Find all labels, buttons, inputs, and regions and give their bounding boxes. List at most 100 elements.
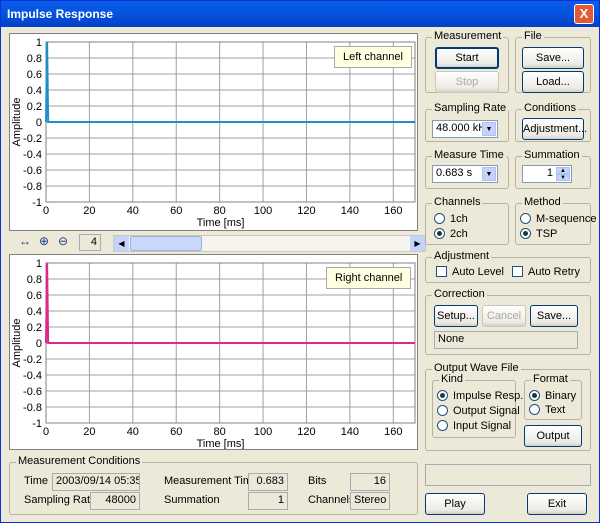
play-button[interactable]: Play <box>425 493 485 515</box>
output-button[interactable]: Output <box>524 425 582 447</box>
x-tick-label: 140 <box>341 205 359 217</box>
chevron-down-icon[interactable]: ▼ <box>482 122 496 136</box>
close-button[interactable]: X <box>574 4 594 24</box>
y-tick-label: -0.2 <box>23 354 42 366</box>
sampling-rate-select[interactable]: 48.000 kHz ▼ <box>432 120 498 138</box>
measurement-group: Measurement Start Stop <box>425 30 509 93</box>
method-tsp-radio[interactable]: TSP <box>520 228 557 240</box>
file-save-button[interactable]: Save... <box>522 47 584 69</box>
channels-2ch-radio[interactable]: 2ch <box>434 228 468 240</box>
y-tick-label: 0.4 <box>27 85 42 97</box>
radio-label: TSP <box>536 228 558 240</box>
summation-value: 1 <box>248 492 288 510</box>
x-tick-label: 140 <box>341 426 359 438</box>
time-value: 2003/09/14 05:35:50 <box>52 473 140 491</box>
y-tick-label: -0.8 <box>23 181 42 193</box>
x-tick-label: 80 <box>214 426 226 438</box>
left-channel-legend: Left channel <box>334 46 412 68</box>
spin-up-icon[interactable]: ▲ <box>556 167 570 174</box>
method-msequence-radio[interactable]: M-sequence <box>520 213 597 225</box>
time-label: Time <box>24 475 49 487</box>
correction-group: Correction Setup... Cancel Save... None <box>425 288 591 355</box>
x-tick-label: 60 <box>170 426 182 438</box>
kind-group: Kind Impulse Resp. Output Signal Input S… <box>432 373 523 438</box>
zoom-out-icon[interactable]: ⊖ <box>55 234 71 250</box>
file-load-button[interactable]: Load... <box>522 71 584 93</box>
y-tick-label: -0.4 <box>23 149 42 161</box>
checkbox-icon <box>436 266 447 277</box>
radio-off-icon <box>437 420 448 431</box>
measure-time-value: 0.683 s <box>436 167 473 179</box>
adjustment-button[interactable]: Adjustment... <box>522 118 587 140</box>
radio-label: Impulse Resp. <box>453 390 524 402</box>
channels-1ch-radio[interactable]: 1ch <box>434 213 468 225</box>
scroll-left-arrow[interactable]: ◀ <box>114 236 129 251</box>
stop-button[interactable]: Stop <box>435 71 499 93</box>
y-tick-label: 0.6 <box>27 290 42 302</box>
radio-label: M-sequence <box>536 213 597 225</box>
kind-output-signal-radio[interactable]: Output Signal <box>437 405 520 417</box>
y-tick-label: -1 <box>32 197 42 209</box>
x-tick-label: 100 <box>254 426 272 438</box>
measurement-time-label: Measurement Time <box>164 475 259 487</box>
main-window: Impulse Response X 0 20 40 60 80 100 120 140 160… <box>0 0 600 523</box>
summation-spinner[interactable]: 1 ▲ ▼ <box>522 165 572 183</box>
radio-off-icon <box>529 404 540 415</box>
output-wave-file-group: Output Wave File Kind Impulse Resp. Outp… <box>425 362 591 451</box>
format-binary-radio[interactable]: Binary <box>529 390 576 402</box>
group-title: Method <box>522 196 563 208</box>
channels-label: Channels <box>308 494 355 506</box>
measure-time-group: Measure Time 0.683 s ▼ <box>425 149 509 189</box>
exit-button[interactable]: Exit <box>527 493 587 515</box>
kind-impulse-radio[interactable]: Impulse Resp. <box>437 390 523 402</box>
file-group: File Save... Load... <box>515 30 591 93</box>
right-channel-legend: Right channel <box>326 267 412 289</box>
scroll-right-arrow[interactable]: ▶ <box>410 236 425 251</box>
scroll-thumb[interactable] <box>130 236 202 251</box>
cancel-button[interactable]: Cancel <box>482 305 526 327</box>
x-tick-label: 40 <box>127 205 139 217</box>
summation-label: Summation <box>164 494 220 506</box>
x-tick-label: 160 <box>384 426 402 438</box>
radio-on-icon <box>434 228 445 239</box>
group-title: Conditions <box>522 102 578 114</box>
x-tick-label: 0 <box>43 205 49 217</box>
y-tick-label: 0.4 <box>27 306 42 318</box>
method-group: Method M-sequence TSP <box>515 196 597 245</box>
channels-value: Stereo <box>350 492 390 510</box>
chevron-down-icon[interactable]: ▼ <box>482 167 496 181</box>
y-axis-label: Amplitude <box>11 319 23 368</box>
auto-retry-checkbox[interactable]: Auto Retry <box>512 266 580 278</box>
y-tick-label: 0 <box>36 117 42 129</box>
correction-save-button[interactable]: Save... <box>530 305 578 327</box>
group-title: Channels <box>432 196 483 208</box>
radio-on-icon <box>520 228 531 239</box>
horizontal-scrollbar[interactable]: ◀ ▶ <box>113 235 426 252</box>
x-tick-label: 20 <box>83 426 95 438</box>
zoom-in-icon[interactable]: ⊕ <box>36 234 52 250</box>
fit-width-icon[interactable]: ↔ <box>17 234 33 250</box>
y-tick-label: -0.6 <box>23 165 42 177</box>
sampling-rate-label: Sampling Rate <box>24 494 97 506</box>
left-channel-chart[interactable]: 0 20 40 60 80 100 120 140 160 1 0.8 0.6 0.4 0.2 0 -0.2 -… <box>9 33 418 231</box>
x-tick-label: 80 <box>214 205 226 217</box>
y-tick-label: 0.6 <box>27 69 42 81</box>
y-tick-label: -0.2 <box>23 133 42 145</box>
setup-button[interactable]: Setup... <box>434 305 478 327</box>
measure-time-select[interactable]: 0.683 s ▼ <box>432 165 498 183</box>
x-tick-label: 0 <box>43 426 49 438</box>
format-text-radio[interactable]: Text <box>529 404 565 416</box>
title-bar[interactable]: Impulse Response X <box>1 1 599 27</box>
bits-label: Bits <box>308 475 327 487</box>
start-button[interactable]: Start <box>435 47 499 69</box>
right-channel-chart[interactable]: 0 20 40 60 80 100 120 140 160 1 0.8 0.6 0.4 0.2 0 -0.2 -… <box>9 254 418 450</box>
auto-level-checkbox[interactable]: Auto Level <box>436 266 504 278</box>
format-group: Format Binary Text <box>524 373 582 420</box>
spin-down-icon[interactable]: ▼ <box>556 174 570 181</box>
group-title: Format <box>531 373 570 385</box>
radio-off-icon <box>437 405 448 416</box>
status-field <box>425 464 591 486</box>
group-title: Correction <box>432 288 487 300</box>
kind-input-signal-radio[interactable]: Input Signal <box>437 420 511 432</box>
y-tick-label: 0.8 <box>27 274 42 286</box>
